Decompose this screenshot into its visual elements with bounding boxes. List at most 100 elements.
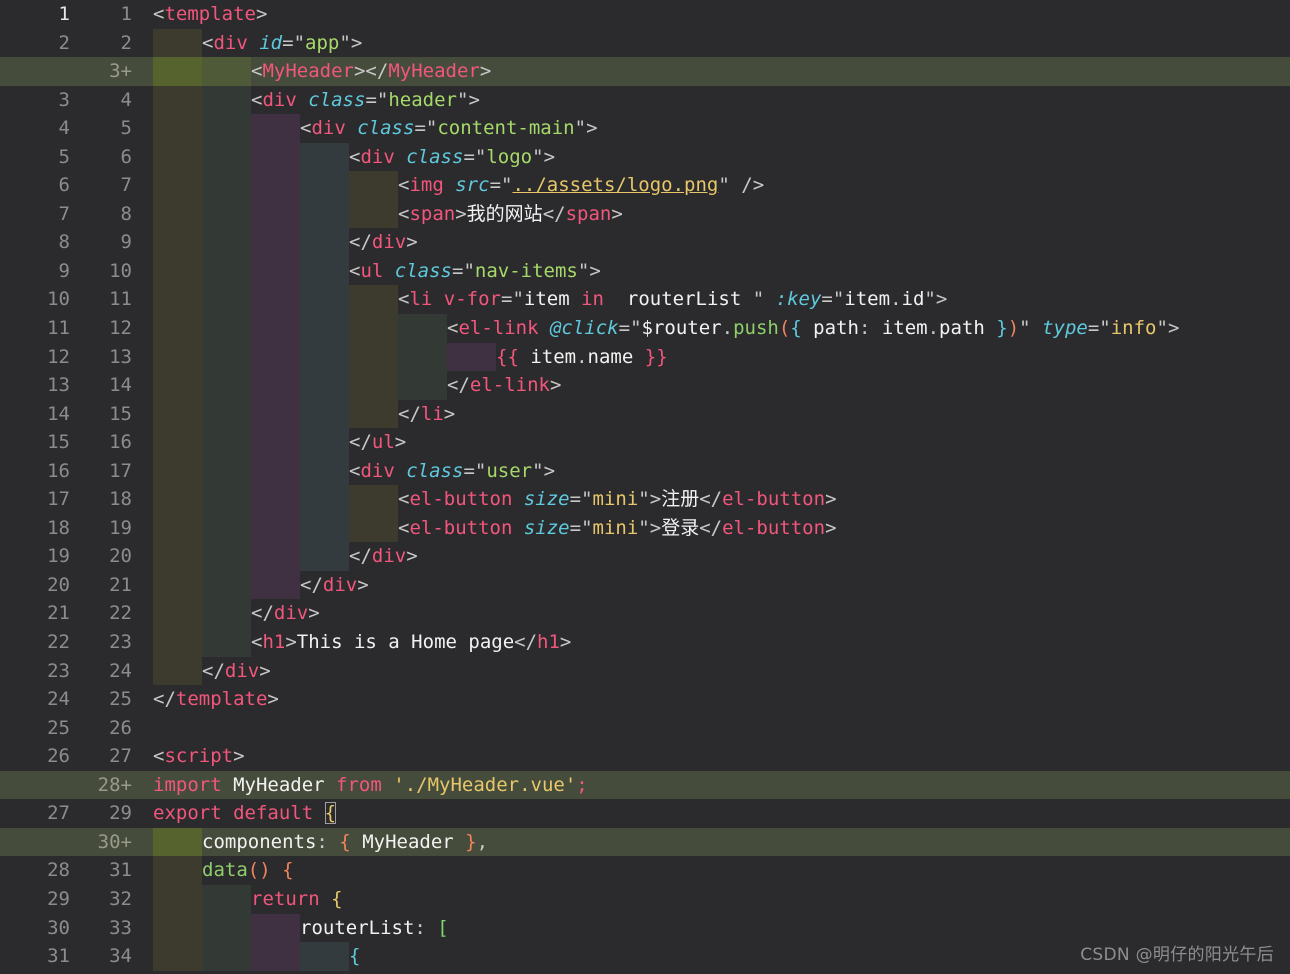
indent-guides	[153, 456, 349, 486]
gutter-old-line-number: 25	[47, 716, 70, 739]
code-line[interactable]: 20 21 </div>	[0, 570, 1290, 600]
indent-guides	[153, 199, 398, 229]
indent-guide-level-0	[153, 256, 202, 286]
code-line[interactable]: 24 25 </template>	[0, 685, 1290, 714]
gutter-new-line-number: 6	[120, 145, 132, 168]
code-line[interactable]: 12 13 {{ item.name }}	[0, 342, 1290, 372]
code-line-added[interactable]: 28+ import MyHeader from './MyHeader.vue'…	[0, 770, 1290, 800]
indent-guide-level-2	[251, 314, 300, 343]
code-line-added[interactable]: 30+ components: { MyHeader },	[0, 827, 1290, 857]
gutter-new-line-number: 5	[120, 117, 132, 140]
indent-guide-level-0	[153, 85, 202, 115]
indent-guide-level-3	[300, 228, 349, 257]
indent-guide-level-1	[202, 314, 251, 343]
indent-guide-level-3	[300, 285, 349, 315]
code-line[interactable]: 10 11 <li v-for="item in routerList " :key…	[0, 285, 1290, 315]
gutter-new-line-number: 2	[120, 31, 132, 54]
code-line[interactable]: 7 8 <span>我的网站</span>	[0, 199, 1290, 229]
gutter-new-line-number: 11	[109, 288, 132, 311]
gutter-new-line-number: 18	[109, 488, 132, 511]
code-line[interactable]: 2 2 <div id="app">	[0, 28, 1290, 58]
code-line[interactable]: 28 31 data() {	[0, 856, 1290, 885]
indent-guide-level-0	[153, 285, 202, 315]
indent-guide-level-5	[398, 314, 447, 343]
indent-guide-level-3	[300, 342, 349, 372]
gutter-old-line-number: 21	[47, 602, 70, 625]
indent-guide-level-1	[202, 256, 251, 286]
indent-guide-level-0	[153, 827, 202, 857]
indent-guides	[153, 342, 496, 372]
gutter-old-line-number: 13	[47, 374, 70, 397]
code-line[interactable]: 14 15 </li>	[0, 399, 1290, 429]
indent-guide-level-3	[300, 485, 349, 514]
code-line[interactable]: 17 18 <el-button size="mini">注册</el-button…	[0, 485, 1290, 514]
code-line[interactable]: 6 7 <img src="../assets/logo.png" />	[0, 171, 1290, 200]
code-line[interactable]: 9 10 <ul class="nav-items">	[0, 256, 1290, 286]
code-line[interactable]: 25 26	[0, 714, 1290, 743]
gutter-new-line-number: 17	[109, 459, 132, 482]
gutter-old-line-number: 11	[47, 317, 70, 340]
code-line[interactable]: 30 33 routerList: [	[0, 913, 1290, 943]
code-line[interactable]: 15 16 </ul>	[0, 428, 1290, 457]
indent-guide-level-1	[202, 285, 251, 315]
indent-guide-level-3	[300, 314, 349, 343]
indent-guide-level-2	[251, 342, 300, 372]
indent-guide-level-2	[251, 913, 300, 943]
indent-guide-level-0	[153, 542, 202, 571]
code-line[interactable]: 1 1 <template>	[0, 0, 1290, 29]
indent-guide-level-1	[202, 570, 251, 600]
gutter-old-line-number: 15	[47, 431, 70, 454]
indent-guide-level-1	[202, 371, 251, 400]
code-line-text: <MyHeader></MyHeader>	[251, 60, 492, 83]
indent-guide-level-4	[349, 314, 398, 343]
code-line[interactable]: 8 9 </div>	[0, 228, 1290, 257]
indent-guides	[153, 28, 202, 58]
code-line-text: routerList: [	[300, 916, 449, 939]
code-line-added[interactable]: 3+ <MyHeader></MyHeader>	[0, 57, 1290, 86]
code-line[interactable]: 27 29 export default {	[0, 799, 1290, 828]
indent-guide-level-1	[202, 57, 251, 86]
code-line[interactable]: 13 14 </el-link>	[0, 371, 1290, 400]
indent-guide-level-1	[202, 171, 251, 200]
code-line[interactable]: 26 27 <script>	[0, 742, 1290, 771]
indent-guide-level-1	[202, 114, 251, 143]
code-line[interactable]: 23 24 </div>	[0, 656, 1290, 686]
code-line[interactable]: 3 4 <div class="header">	[0, 85, 1290, 115]
code-line-text: <script>	[153, 745, 245, 768]
gutter-old-line-number: 22	[47, 631, 70, 654]
gutter-new-line-number: 23	[109, 631, 132, 654]
gutter-new-line-number: 16	[109, 431, 132, 454]
code-line[interactable]: 18 19 <el-button size="mini">登录</el-button…	[0, 513, 1290, 543]
gutter-new-line-number: 20	[109, 545, 132, 568]
code-editor-diff-view[interactable]: 1 1 <template> 2 2 <div id="app"> 3+ <MyHeader>…	[0, 0, 1290, 974]
gutter-new-line-number: 31	[109, 859, 132, 882]
code-line-text: <el-button size="mini">登录</el-button>	[398, 516, 837, 539]
code-line[interactable]: 21 22 </div>	[0, 599, 1290, 629]
gutter-new-line-number: 26	[109, 716, 132, 739]
code-line-text: <div class="header">	[251, 88, 480, 111]
indent-guides	[153, 628, 251, 657]
code-line[interactable]: 4 5 <div class="content-main">	[0, 114, 1290, 143]
gutter-new-line-number: 24	[109, 659, 132, 682]
code-line-text: <div class="logo">	[349, 145, 556, 168]
code-line[interactable]: 29 32 return {	[0, 884, 1290, 914]
indent-guide-level-1	[202, 342, 251, 372]
code-line[interactable]: 19 20 </div>	[0, 542, 1290, 571]
gutter-new-line-number: 21	[109, 573, 132, 596]
indent-guide-level-2	[251, 285, 300, 315]
code-line[interactable]: 22 23 <h1>This is a Home page</h1>	[0, 628, 1290, 657]
code-line-text: <img src="../assets/logo.png" />	[398, 174, 765, 197]
indent-guides	[153, 856, 202, 885]
gutter-old-line-number: 3	[58, 88, 70, 111]
gutter-new-line-number: 12	[109, 317, 132, 340]
indent-guide-level-4	[349, 371, 398, 400]
gutter-old-line-number: 19	[47, 545, 70, 568]
indent-guide-level-3	[300, 542, 349, 571]
indent-guide-level-2	[251, 942, 300, 971]
gutter-new-line-number: 13	[109, 345, 132, 368]
code-line[interactable]: 11 12 <el-link @click="$router.push({ path…	[0, 314, 1290, 343]
indent-guide-level-2	[251, 228, 300, 257]
code-line[interactable]: 5 6 <div class="logo">	[0, 142, 1290, 172]
indent-guide-level-0	[153, 314, 202, 343]
code-line[interactable]: 16 17 <div class="user">	[0, 456, 1290, 486]
